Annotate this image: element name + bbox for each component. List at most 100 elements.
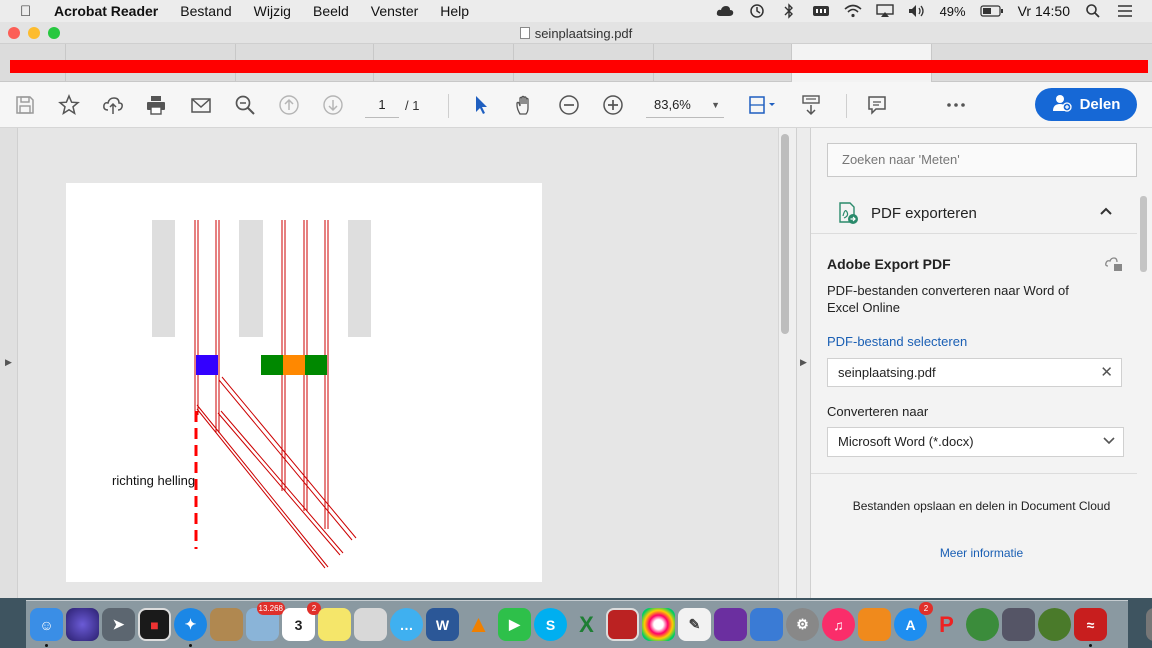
battery-icon[interactable] (979, 4, 1004, 18)
network-icon[interactable] (966, 608, 999, 641)
skype-icon[interactable]: S (534, 608, 567, 641)
numbers-icon[interactable] (714, 608, 747, 641)
bluetooth-icon[interactable] (780, 3, 798, 19)
apple-menu-icon[interactable]:  (20, 3, 38, 20)
time-machine-icon[interactable] (748, 4, 766, 18)
annotation-text: richting helling (112, 473, 196, 488)
photo-booth-icon[interactable] (606, 608, 639, 641)
panel-scrollbar-thumb[interactable] (1140, 196, 1147, 272)
next-page-icon[interactable] (320, 92, 346, 118)
app-store-icon[interactable]: A2 (894, 602, 933, 641)
card-description: PDF-bestanden converteren naar Word of E… (827, 283, 1069, 315)
window-title: seinplaatsing.pdf (0, 26, 1152, 41)
zoom-out-icon[interactable] (556, 92, 582, 118)
fit-page-icon[interactable] (744, 92, 780, 118)
chevron-up-icon[interactable] (1099, 203, 1113, 219)
page-number-input[interactable]: 1 (365, 94, 399, 118)
acrobat-reader-icon[interactable]: ≈ (1074, 608, 1107, 647)
save-icon[interactable] (12, 92, 38, 118)
calendar-icon[interactable]: 32 (282, 602, 321, 641)
left-pane-toggle[interactable]: ▶ (0, 128, 18, 598)
page-total: / 1 (405, 98, 420, 113)
menu-wijzig[interactable]: Wijzig (254, 3, 291, 19)
signal-green-1 (261, 355, 283, 375)
previous-page-icon[interactable] (276, 92, 302, 118)
clock[interactable]: Vr 14:50 (1018, 3, 1070, 19)
add-user-icon (1052, 94, 1072, 116)
redaction-bar (10, 60, 1148, 73)
more-info-link[interactable]: Meer informatie (811, 546, 1152, 560)
zoom-level-select[interactable]: 83,6% ▼ (646, 94, 724, 118)
music-icon[interactable]: ♫ (822, 608, 855, 641)
collapse-panel-icon[interactable]: ▶ (800, 357, 807, 368)
select-file-link[interactable]: PDF-bestand selecteren (827, 334, 967, 349)
pages-app-icon[interactable]: P (930, 608, 963, 641)
spotlight-search-icon[interactable] (1084, 4, 1102, 18)
notes-icon[interactable] (318, 608, 351, 641)
textedit-icon[interactable]: ✎ (678, 608, 711, 641)
comment-icon[interactable] (864, 92, 890, 118)
print-icon[interactable] (143, 92, 169, 118)
siri-icon[interactable] (66, 608, 99, 641)
scroll-mode-icon[interactable] (798, 92, 824, 118)
more-options-icon[interactable] (943, 92, 969, 118)
finder-icon[interactable]: ☺ (30, 608, 63, 647)
safari-icon[interactable]: ✦ (174, 608, 207, 647)
facetime-icon[interactable]: ▶ (498, 608, 531, 641)
dock: ☺ ➤ ■ ✦ 13.268 32 … W ▲ ▶ S X ✎ ⚙ ♫ A2 P… (26, 600, 1152, 648)
notification-center-icon[interactable] (1116, 4, 1134, 18)
select-cursor-icon[interactable] (468, 92, 494, 118)
document-scrollbar-thumb[interactable] (781, 134, 789, 334)
hand-tool-icon[interactable] (512, 92, 538, 118)
keynote-icon[interactable] (750, 608, 783, 641)
menu-venster[interactable]: Venster (371, 3, 418, 19)
menu-extra-icon[interactable] (812, 4, 830, 18)
upload-cloud-icon[interactable] (100, 92, 126, 118)
photos-viewer-icon[interactable]: 13.268 (246, 602, 285, 641)
pdf-export-header[interactable]: PDF exporteren (811, 192, 1137, 234)
signal-blue (196, 355, 218, 375)
messages-icon[interactable]: … (390, 608, 423, 641)
utility-icon[interactable] (1038, 608, 1071, 641)
contacts-icon[interactable] (210, 608, 243, 641)
word-icon[interactable]: W (426, 608, 459, 641)
platform-3 (348, 220, 371, 337)
photos-icon[interactable] (642, 608, 675, 641)
menu-beeld[interactable]: Beeld (313, 3, 349, 19)
clear-file-icon[interactable]: ✕ (1100, 359, 1113, 386)
preview-icon[interactable] (354, 608, 387, 641)
adobe-export-card: Adobe Export PDF PDF-bestanden converter… (811, 234, 1137, 474)
zoom-in-icon[interactable] (600, 92, 626, 118)
wifi-icon[interactable] (844, 4, 862, 18)
downloads-stack-icon[interactable] (1146, 608, 1152, 641)
system-preferences-icon[interactable]: ⚙ (786, 608, 819, 641)
creative-cloud-icon[interactable] (716, 4, 734, 18)
books-icon[interactable] (858, 608, 891, 641)
menu-help[interactable]: Help (440, 3, 469, 19)
excel-icon[interactable]: X (570, 608, 603, 641)
menu-bestand[interactable]: Bestand (180, 3, 231, 19)
mail-icon[interactable] (188, 92, 214, 118)
volume-icon[interactable] (908, 4, 926, 18)
menu-app-name[interactable]: Acrobat Reader (54, 3, 158, 19)
document-cloud-icon[interactable] (1105, 256, 1123, 275)
search-input[interactable]: Zoeken naar 'Meten' (827, 143, 1137, 177)
track-line (217, 412, 341, 556)
chevron-down-icon (1103, 428, 1115, 456)
image-capture-icon[interactable] (1002, 608, 1035, 641)
right-pane-divider[interactable]: ▶ (796, 128, 811, 598)
launchpad-icon[interactable]: ➤ (102, 608, 135, 641)
star-icon[interactable] (56, 92, 82, 118)
photos-badge: 13.268 (256, 602, 285, 615)
pdf-export-title: PDF exporteren (871, 205, 977, 222)
zoom-search-icon[interactable] (232, 92, 258, 118)
share-button[interactable]: Delen (1035, 88, 1137, 121)
expand-left-icon[interactable]: ▶ (5, 357, 12, 368)
track-line (196, 404, 329, 568)
airplay-icon[interactable] (875, 4, 894, 18)
activity-monitor-icon[interactable]: ■ (138, 608, 171, 641)
vlc-icon[interactable]: ▲ (462, 608, 495, 641)
convert-format-select[interactable]: Microsoft Word (*.docx) (827, 427, 1124, 457)
tools-pane: Zoeken naar 'Meten' PDF exporteren Adobe… (811, 128, 1152, 598)
selected-file-field[interactable]: seinplaatsing.pdf ✕ (827, 358, 1122, 387)
